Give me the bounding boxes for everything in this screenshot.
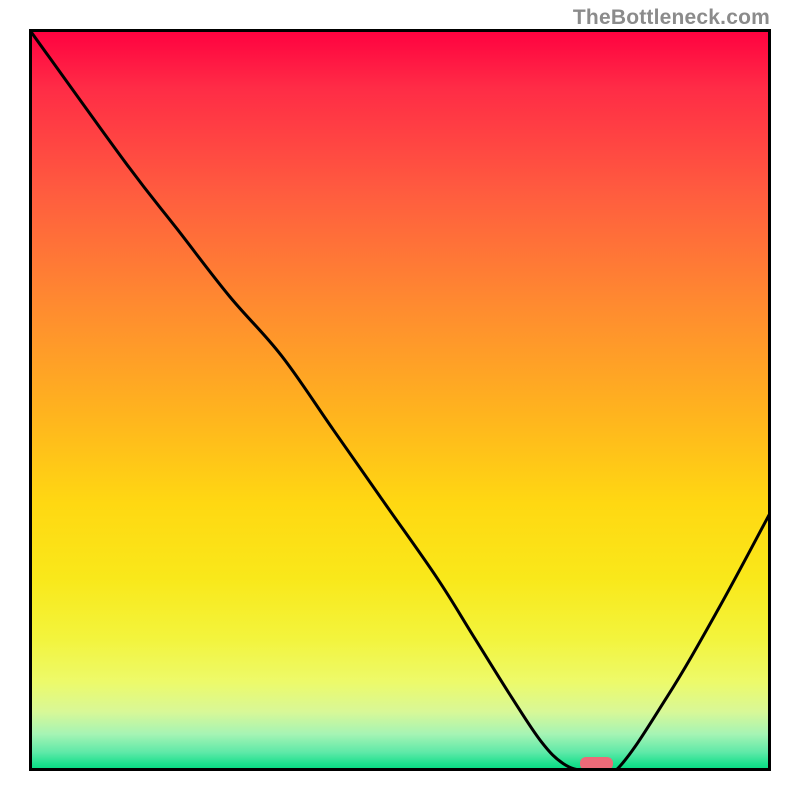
- curve-svg: [29, 29, 771, 771]
- plot-area: [29, 29, 771, 771]
- watermark-text: TheBottleneck.com: [573, 6, 770, 30]
- chart-container: TheBottleneck.com: [0, 0, 800, 800]
- minimum-marker: [580, 757, 613, 770]
- bottleneck-curve: [29, 29, 771, 771]
